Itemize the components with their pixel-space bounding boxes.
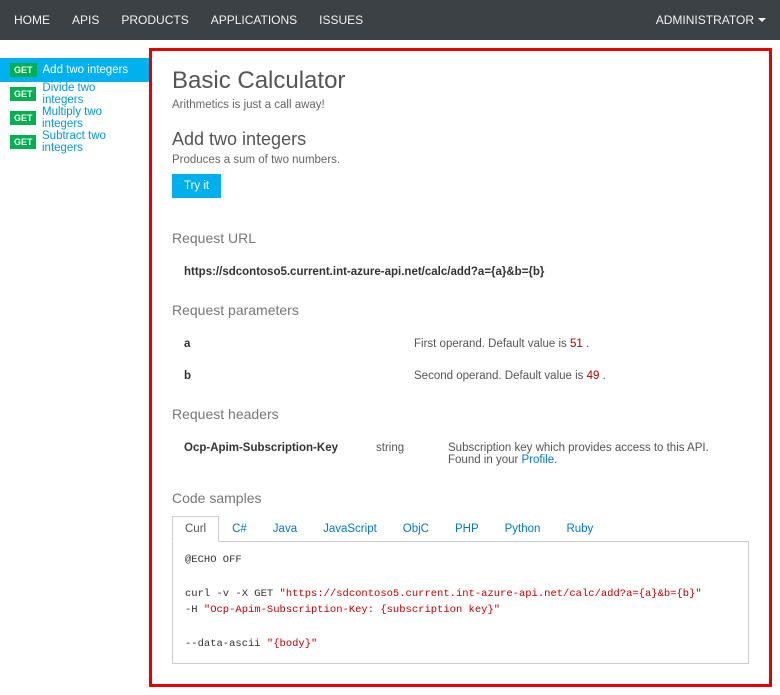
code-tab-javascript[interactable]: JavaScript [310, 516, 390, 542]
param-name: b [184, 370, 414, 382]
code-tab-objc[interactable]: ObjC [390, 516, 442, 542]
caret-down-icon [758, 18, 766, 22]
nav-home[interactable]: HOME [14, 13, 50, 27]
request-params-heading: Request parameters [172, 302, 749, 318]
operation-desc: Produces a sum of two numbers. [172, 154, 749, 166]
content-panel: Basic Calculator Arithmetics is just a c… [149, 48, 772, 687]
code-samples-heading: Code samples [172, 490, 749, 506]
code-tab-python[interactable]: Python [492, 516, 554, 542]
page-body: GET Add two integers GET Divide two inte… [0, 40, 780, 695]
sidebar-item-divide[interactable]: GET Divide two integers [0, 82, 149, 106]
code-tab-php[interactable]: PHP [442, 516, 492, 542]
sidebar-item-label: Subtract two integers [42, 130, 139, 154]
operation-title: Add two integers [172, 129, 749, 150]
method-badge: GET [10, 87, 36, 101]
profile-link[interactable]: Profile [522, 454, 555, 466]
code-tab-csharp[interactable]: C# [219, 516, 260, 542]
code-tab-curl[interactable]: Curl [172, 516, 219, 542]
nav-products[interactable]: PRODUCTS [121, 13, 188, 27]
code-tab-java[interactable]: Java [260, 516, 310, 542]
sidebar-item-label: Multiply two integers [42, 106, 139, 130]
method-badge: GET [10, 63, 37, 77]
sidebar: GET Add two integers GET Divide two inte… [0, 40, 149, 695]
code-tab-ruby[interactable]: Ruby [553, 516, 606, 542]
method-badge: GET [10, 135, 36, 149]
request-url-heading: Request URL [172, 230, 749, 246]
param-default: 51 [570, 338, 583, 350]
header-name: Ocp-Apim-Subscription-Key [184, 442, 364, 454]
param-row: a First operand. Default value is 51 . [172, 328, 749, 360]
try-it-button[interactable]: Try it [172, 174, 221, 198]
param-desc: First operand. Default value is 51 . [414, 338, 737, 350]
top-nav: HOME APIS PRODUCTS APPLICATIONS ISSUES A… [0, 0, 780, 40]
header-row: Ocp-Apim-Subscription-Key string Subscri… [172, 432, 749, 476]
header-type: string [376, 442, 436, 454]
code-tabs: Curl C# Java JavaScript ObjC PHP Python … [172, 516, 749, 542]
top-nav-left: HOME APIS PRODUCTS APPLICATIONS ISSUES [14, 13, 363, 27]
param-name: a [184, 338, 414, 350]
request-headers-heading: Request headers [172, 406, 749, 422]
sidebar-item-label: Divide two integers [42, 82, 139, 106]
param-desc: Second operand. Default value is 49 . [414, 370, 737, 382]
sidebar-item-add[interactable]: GET Add two integers [0, 58, 149, 82]
code-block: @ECHO OFF curl -v -X GET "https://sdcont… [172, 542, 749, 664]
sidebar-item-multiply[interactable]: GET Multiply two integers [0, 106, 149, 130]
sidebar-item-label: Add two integers [43, 64, 129, 76]
header-desc: Subscription key which provides access t… [448, 442, 737, 466]
nav-issues[interactable]: ISSUES [319, 13, 363, 27]
nav-user-label: ADMINISTRATOR [656, 13, 754, 27]
nav-applications[interactable]: APPLICATIONS [211, 13, 297, 27]
method-badge: GET [10, 111, 36, 125]
page-subtitle: Arithmetics is just a call away! [172, 99, 749, 111]
nav-apis[interactable]: APIS [72, 13, 99, 27]
nav-user-menu[interactable]: ADMINISTRATOR [656, 13, 766, 27]
param-row: b Second operand. Default value is 49 . [172, 360, 749, 392]
page-title: Basic Calculator [172, 67, 749, 95]
sidebar-item-subtract[interactable]: GET Subtract two integers [0, 130, 149, 154]
param-default: 49 [587, 370, 600, 382]
request-url: https://sdcontoso5.current.int-azure-api… [172, 256, 749, 288]
